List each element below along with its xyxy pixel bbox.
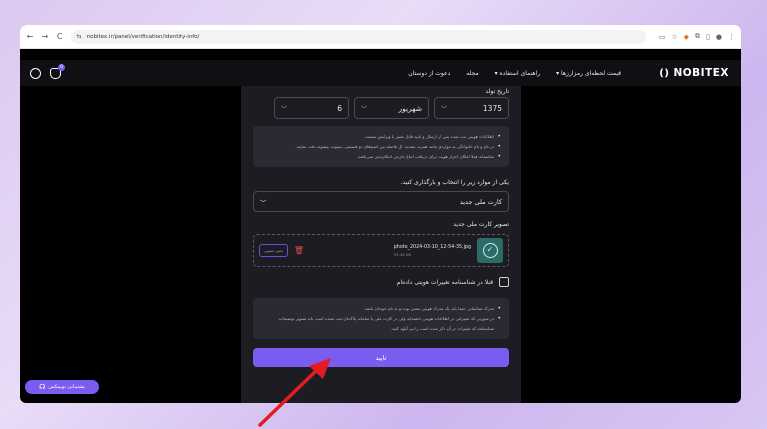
chevron-down-icon: ﹀ [361, 105, 368, 113]
chevron-down-icon: ﹀ [441, 105, 448, 113]
logo-mark-icon: () [659, 67, 670, 79]
chevron-down-icon: ﹀ [260, 198, 267, 207]
year-value: 1375 [482, 103, 502, 113]
nav-item-invite[interactable]: دعوت از دوستان [408, 70, 450, 77]
note-item: اطلاعات هویتی ثبت شده پس از ارسال و تایی… [261, 132, 501, 142]
forward-icon[interactable]: → [41, 32, 49, 41]
site-header: 0 قیمت لحظه‌ای رمزارزها ▾ راهنمای استفاد… [20, 60, 741, 86]
notification-badge: 0 [58, 63, 65, 71]
menu-icon[interactable]: ⋮ [728, 33, 735, 41]
note-item: مدرک شناسایی حتما باید یک مدرک هویتی معت… [261, 304, 501, 314]
url-text: nobitex.ir/panel/verification/identity-i… [86, 33, 200, 40]
chevron-down-icon: ﹀ [281, 105, 288, 113]
address-bar[interactable]: ⇆ nobitex.ir/panel/verification/identity… [70, 29, 646, 44]
browser-window: ← → C ⇆ nobitex.ir/panel/verification/id… [20, 25, 741, 403]
site-settings-icon[interactable]: ⇆ [77, 33, 82, 40]
birth-date-label: تاریخ تولد [485, 88, 509, 95]
star-icon[interactable]: ☆ [671, 33, 677, 41]
doc-notes: مدرک شناسایی حتما باید یک مدرک هویتی معت… [253, 298, 509, 339]
sidebar-icon[interactable]: ▯ [706, 33, 710, 41]
choose-doc-label: یکی از موارد زیر را انتخاب و بارگذاری کن… [400, 179, 509, 186]
support-label: پشتیبانی نوبیتکس [48, 384, 85, 390]
identity-change-label: قبلا در شناسنامه تغییرات هویتی داده‌ام [396, 278, 493, 286]
browser-actions: ▭ ☆ ◆ ⧉ ▯ ● ⋮ [659, 32, 735, 41]
back-icon[interactable]: ← [26, 32, 34, 41]
file-size: 93.48 KB [393, 251, 411, 257]
upload-box[interactable]: ✓ photo_2024-03-10_12-54-35.jpg 93.48 KB… [253, 234, 509, 267]
note-item: در نام و نام خانوادگی به مواردی مانند هم… [261, 142, 501, 152]
year-select[interactable]: 1375 ﹀ [434, 97, 509, 119]
trash-icon[interactable]: 🗑 [294, 246, 304, 255]
support-button[interactable]: پشتیبانی نوبیتکس ☊ [25, 380, 99, 394]
day-select[interactable]: 6 ﹀ [274, 97, 349, 119]
image-label: تصویر کارت ملی جدید [453, 221, 509, 228]
metamask-icon[interactable]: ◆ [684, 33, 689, 41]
profile-icon[interactable]: ● [716, 33, 722, 41]
main-nav: قیمت لحظه‌ای رمزارزها ▾ راهنمای استفاده … [408, 60, 621, 86]
check-icon: ✓ [482, 243, 498, 258]
image-thumbnail: ✓ [477, 238, 503, 263]
reload-icon[interactable]: C [56, 32, 64, 41]
logo-text: NOBITEX [673, 67, 729, 79]
nav-item-magazine[interactable]: مجله [466, 70, 478, 77]
doc-type-value: کارت ملی جدید [459, 197, 502, 206]
day-value: 6 [337, 103, 342, 113]
birth-date-row: 1375 ﹀ شهریور ﹀ 6 ﹀ [253, 97, 509, 119]
nav-item-guide[interactable]: راهنمای استفاده ▾ [495, 70, 541, 77]
month-select[interactable]: شهریور ﹀ [354, 97, 429, 119]
file-info: photo_2024-03-10_12-54-35.jpg 93.48 KB [394, 245, 471, 257]
file-name: photo_2024-03-10_12-54-35.jpg [393, 244, 471, 250]
change-image-button[interactable]: تغییر تصویر [259, 244, 288, 257]
info-notes: اطلاعات هویتی ثبت شده پس از ارسال و تایی… [253, 126, 509, 167]
month-value: شهریور [398, 103, 422, 113]
extensions-icon[interactable]: ⧉ [695, 32, 700, 41]
note-item: متاسفانه فعلا امکان احراز هویت برای دریا… [261, 152, 501, 162]
note-item: در صورتی که تغییراتی در اطلاعات هویتی دا… [261, 314, 501, 334]
doc-type-select[interactable]: کارت ملی جدید ﹀ [253, 191, 509, 212]
cast-icon[interactable]: ▭ [659, 33, 666, 41]
headset-icon: ☊ [39, 383, 46, 391]
red-arrow-annotation [258, 358, 331, 427]
nobitex-logo[interactable]: () NOBITEX [659, 60, 729, 86]
identity-change-row: قبلا در شناسنامه تغییرات هویتی داده‌ام [253, 277, 509, 287]
browser-toolbar: ← → C ⇆ nobitex.ir/panel/verification/id… [20, 25, 741, 49]
identity-change-checkbox[interactable] [499, 277, 509, 287]
nav-item-prices[interactable]: قیمت لحظه‌ای رمزارزها ▾ [556, 70, 621, 77]
notification-icon[interactable]: 0 [50, 63, 65, 79]
user-icon[interactable] [30, 67, 41, 79]
